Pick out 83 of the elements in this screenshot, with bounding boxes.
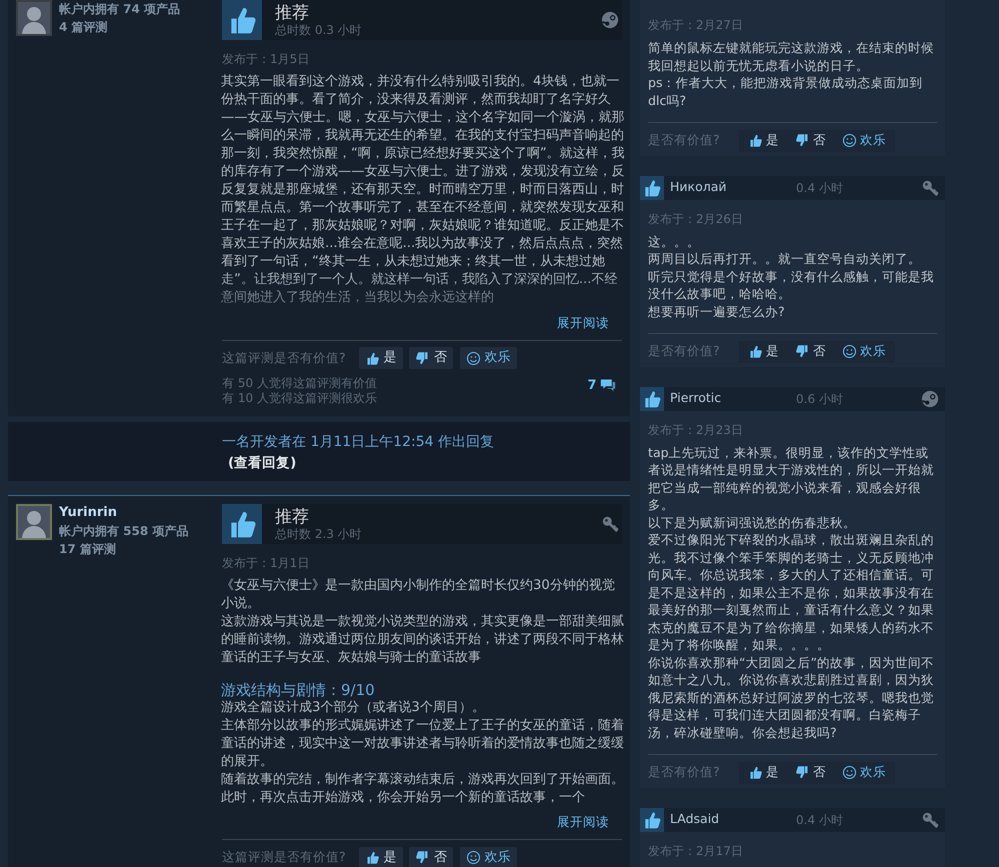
smiley-icon <box>466 850 481 866</box>
funny-button[interactable]: 欢乐 <box>460 846 517 867</box>
thumbs-up-icon <box>364 350 380 366</box>
no-button[interactable]: 否 <box>790 340 832 362</box>
avatar <box>16 0 52 36</box>
review-count: 17 篇评测 <box>59 540 117 558</box>
thumbs-down-icon <box>415 350 430 366</box>
author-name[interactable]: Yurinrin <box>59 504 188 522</box>
review-paragraph: 爱不过像阳光下碎裂的水晶球，散出斑斓且杂乱的光。我不过像个笨手笨脚的老骑士，义无反顾地冲向风车。你总说我笨，多大的人了还相信童话。可是不是这样的，如果公主不是你，如果故事没有在最美好的那一刻戛然而止，童话有什么意义？如果杰克的魔豆不是为了给你摘星，如果矮人的药水不是为了将你唤醒，如果。。。。 <box>648 531 935 654</box>
product-count: 帐户内拥有 558 项产品 <box>59 522 188 540</box>
product-count: 帐户内拥有 74 项产品 <box>59 1 180 18</box>
review-count: 4 篇评测 <box>59 19 109 36</box>
playtime: 总时数 0.3 小时 <box>275 23 363 37</box>
smiley-icon <box>842 133 858 148</box>
yes-button[interactable]: 是 <box>358 846 403 867</box>
yes-button[interactable]: 是 <box>743 340 784 362</box>
smiley-icon <box>466 350 481 366</box>
review-paragraph: 以下是为赋新词强说愁的伤春悲秋。 <box>648 514 857 531</box>
developer-response-link[interactable]: 一名开发者在 1月11日上午12:54 作出回复 <box>222 432 630 452</box>
reviewer-name[interactable]: LAdsaid <box>670 810 796 829</box>
review-paragraph: 这款游戏与其说是一款视觉小说类型的游戏，其实更像是一部甜美细腻的睡前读物。游戏通过两位朋友间的谈话开始，讲述了两段不同于格林童话的王子与女巫、灰姑娘与骑士的童话故事 <box>221 612 625 667</box>
posted-date: 发布于：2月27日 <box>648 17 744 34</box>
thumbs-down-icon <box>795 344 810 359</box>
review-paragraph: 你说你喜欢那种“大团圆之后”的故事，因为世间不如意十之八九。你说你喜欢悲剧胜过喜剧，因为狄俄尼索斯的酒杯总好过阿波罗的七弦琴。嗯我也觉得是这样，可我们连大团圆都没有啊。白瓷梅子汤，碎冰碰壁响。你会想起我吗? <box>648 654 936 741</box>
funny-button[interactable]: 欢乐 <box>837 130 892 152</box>
posted-date: 发布于：1月5日 <box>222 51 310 68</box>
posted-date: 发布于：2月23日 <box>648 422 744 438</box>
vote-stat: 有 10 人觉得这篇评测很欢乐 <box>222 390 377 406</box>
review-paragraph: 随着故事的完结，制作者字幕滚动结束后，游戏再次回到了开始画面。此时，再次点击开始游戏，你会开始另一个新的童话故事，一个 <box>221 770 625 807</box>
read-more-link[interactable]: 展开阅读 <box>557 814 609 830</box>
helpful-prompt: 是否有价值? <box>648 763 720 782</box>
no-button[interactable]: 否 <box>409 347 454 369</box>
review-paragraph: ps：作者大大，能把游戏背景做成动态桌面加到dlc吗? <box>648 74 924 109</box>
playtime: 0.6 小时 <box>796 390 844 408</box>
vote-stat: 有 50 人觉得这篇评测有价值 <box>222 376 377 390</box>
funny-button[interactable]: 欢乐 <box>837 762 892 784</box>
thumbs-up-icon <box>364 850 380 866</box>
review-paragraph: 《女巫与六便士》是一款由国内小制作的全篇时长仅约30分钟的视觉小说。 <box>221 576 616 613</box>
thumbs-down-icon <box>795 133 810 148</box>
posted-date: 发布于：2月17日 <box>648 842 744 860</box>
verdict-title: 推荐 <box>275 506 310 527</box>
playtime: 0.4 小时 <box>796 180 844 196</box>
thumbs-up-icon <box>748 133 764 148</box>
section-heading: 游戏结构与剧情：9/10 <box>221 680 376 699</box>
helpful-prompt: 是否有价值? <box>648 131 720 150</box>
posted-date: 发布于：1月1日 <box>222 554 310 572</box>
helpful-prompt: 这篇评测是否有价值? <box>222 348 346 367</box>
comment-count-link[interactable]: 7 <box>587 376 616 395</box>
posted-date: 发布于：2月26日 <box>648 210 744 228</box>
comment-icon <box>600 377 616 394</box>
review-paragraph: 其实第一眼看到这个游戏，并没有什么特别吸引我的。4块钱，也就一份热干面的事。看了简介，没来得及看测评，然而我却盯了名字好久——女巫与六便士。嗯，女巫与六便士，这个名字如同一个漩涡，就那么一瞬间的呆滞，我就再无还生的希望。在我的支付宝扫码声音响起的那一刻，我突然惊醒，“啊，原谅已经想好要买这个了啊”。就这样，我的库存有了一个游戏——女巫与六便士。进了游戏，发现没有立绘，反反复复就是那座城堡，还有那天空。时而晴空万里，时而日落西山，时而繁星点点。第一个故事听完了，甚至在不经意间，就突然发现女巫和王子在一起了，那灰姑娘呢？对啊，灰姑娘呢？谁知道呢。反正她是不喜欢王子的灰姑娘...谁会在意呢...我以为故事没了，然后点点点，突然看到了一句话，“终其一生，从未想过她来；终其一世，从未想过她走”。让我想到了一个人。就这样一句话，我陷入了深深的回忆...不经意间她进入了我的生活，当我以为会永远这样的 <box>221 73 625 307</box>
helpful-prompt: 是否有价值? <box>648 342 720 360</box>
playtime: 0.4 小时 <box>796 812 844 828</box>
review-paragraph: 简单的鼠标左键就能玩完这款游戏，在结束的时候我回想起以前无忧无虑看小说的日子。 <box>648 39 935 74</box>
yes-button[interactable]: 是 <box>743 130 784 152</box>
no-button[interactable]: 否 <box>790 762 832 784</box>
review-paragraph: 游戏全篇设计成3个部分（或者说3个周目）。 <box>221 698 486 717</box>
yes-button[interactable]: 是 <box>358 347 403 369</box>
read-more-link[interactable]: 展开阅读 <box>557 314 609 330</box>
yes-button[interactable]: 是 <box>743 762 784 784</box>
review-paragraph: 这。。。 <box>648 232 701 250</box>
thumbs-down-icon <box>795 765 810 780</box>
review-paragraph: 主体部分以故事的形式娓娓讲述了一位爱上了王子的女巫的童话，随着童话的讲述，现实中这一对故事讲述者与聆听着的爱情故事也随之缓缓的展开。 <box>221 716 625 771</box>
thumbs-down-icon <box>415 850 430 866</box>
reviewer-name[interactable]: Pierrotic <box>670 389 796 408</box>
no-button[interactable]: 否 <box>790 130 832 152</box>
smiley-icon <box>842 344 858 359</box>
funny-button[interactable]: 欢乐 <box>460 347 517 369</box>
helpful-prompt: 这篇评测是否有价值? <box>222 848 346 866</box>
view-response-link[interactable]: (查看回复) <box>228 452 630 473</box>
reviewer-name[interactable]: Николай <box>670 178 796 197</box>
verdict-title: 推荐 <box>275 3 310 23</box>
thumbs-up-icon <box>748 765 764 780</box>
smiley-icon <box>842 765 858 780</box>
review-paragraph: 想要再听一遍要怎么办? <box>648 302 786 320</box>
funny-button[interactable]: 欢乐 <box>837 340 892 362</box>
review-paragraph: tap上先玩过，来补票。很明显，该作的文学性或者说是情绪性是明显大于游戏性的，所以一开始就把它当成一部纯粹的视觉小说来看，观感会好很多。 <box>648 444 935 514</box>
avatar <box>16 504 52 540</box>
thumbs-up-icon <box>748 344 764 359</box>
no-button[interactable]: 否 <box>409 846 454 867</box>
review-paragraph: 听完只觉得是个好故事，没有什么感触，可能是我没什么故事吧，哈哈哈。 <box>648 268 935 302</box>
playtime: 总时数 2.3 小时 <box>275 526 363 541</box>
review-paragraph: 两周目以后再打开。。就一直空号自动关闭了。 <box>648 250 922 268</box>
